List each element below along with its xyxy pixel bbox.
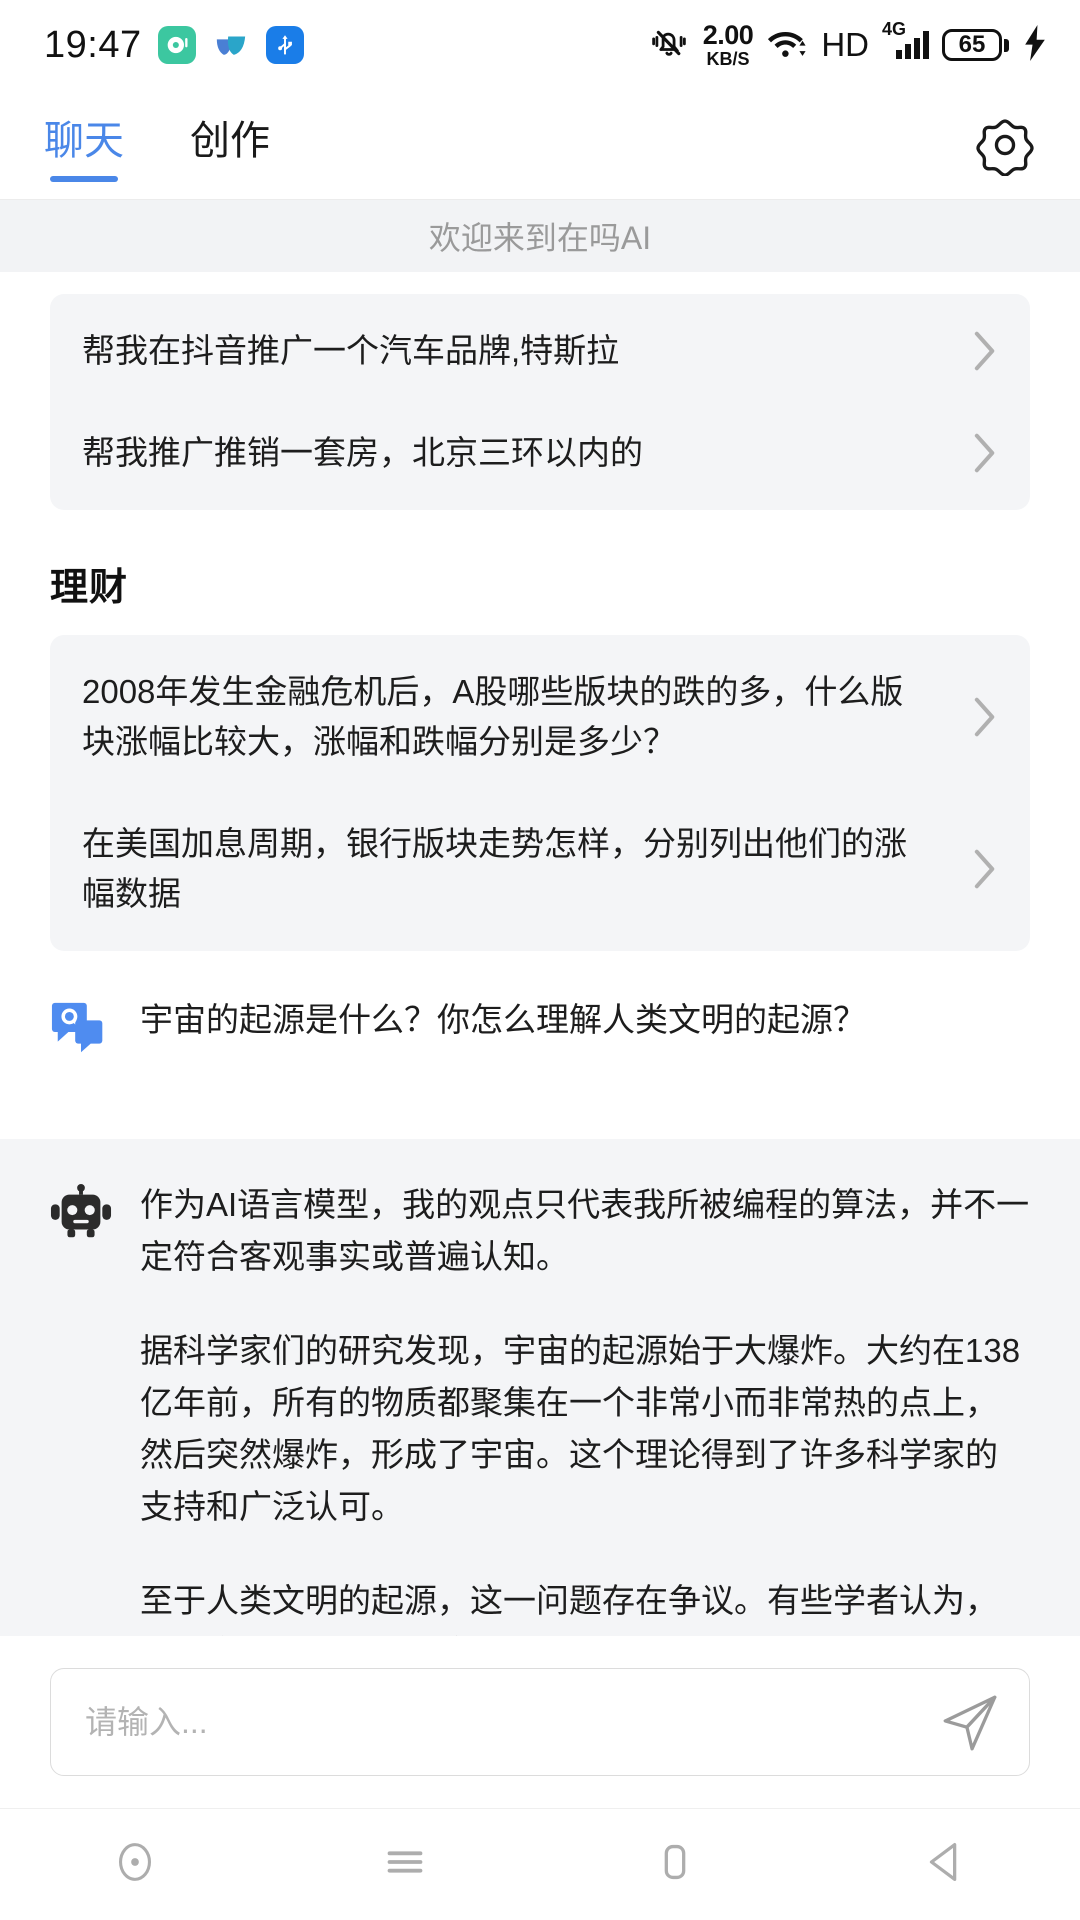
phone-screen: 19:47 2.00 KB/S HD 4G 65 聊天 创作 欢迎来到在吗AI … [0, 0, 1080, 1920]
message-input-container[interactable] [50, 1668, 1030, 1776]
nav-menu[interactable] [270, 1809, 540, 1920]
tab-create[interactable]: 创作 [190, 108, 270, 182]
media-app-icon [157, 26, 196, 64]
back-triangle-icon [918, 1835, 972, 1894]
robot-avatar-icon [50, 1183, 112, 1245]
network-speed-value: 2.00 [702, 20, 754, 50]
message-input-bar [0, 1636, 1080, 1808]
status-bar-left: 19:47 [44, 24, 304, 67]
chevron-right-icon [974, 697, 996, 737]
tab-chat[interactable]: 聊天 [44, 108, 124, 182]
gear-icon[interactable] [974, 114, 1036, 177]
message-paragraph: 作为AI语言模型，我的观点只代表我所被编程的算法，并不一定符合客观事实或普遍认知… [140, 1186, 1030, 1275]
battery-indicator: 65 [942, 29, 1009, 61]
message-input[interactable] [85, 1703, 937, 1741]
suggestion-group-promotion: 帮我在抖音推广一个汽车品牌,特斯拉 帮我推广推销一套房，北京三环以内的 [50, 294, 1030, 510]
send-paper-plane-icon[interactable] [937, 1689, 1003, 1755]
suggestion-item[interactable]: 2008年发生金融危机后，A股哪些版块的跌的多，什么版 块涨幅比较大，涨幅和跌幅… [50, 641, 1030, 793]
chat-bubble-avatar-icon [50, 999, 112, 1061]
chat-scroll-area[interactable]: 推广 帮我在抖音推广一个汽车品牌,特斯拉 帮我推广推销一套房，北京三环以内的 [0, 272, 1080, 1636]
usb-icon [265, 26, 304, 64]
suggestion-group-finance: 2008年发生金融危机后，A股哪些版块的跌的多，什么版 块涨幅比较大，涨幅和跌幅… [50, 635, 1030, 951]
nav-record[interactable] [0, 1809, 270, 1920]
lightning-bolt-icon [1022, 24, 1048, 66]
chevron-right-icon [974, 331, 996, 371]
network-type-label: 4G [882, 19, 907, 39]
message-paragraph: 至于人类文明的起源，这一问题存在争议。有些学者认为，人类文明的起源可以追溯到数万… [140, 1582, 998, 1636]
tab-bar: 聊天 创作 [44, 108, 270, 182]
chevron-right-icon [974, 433, 996, 473]
wifi-icon [766, 26, 808, 65]
status-bar-right: 2.00 KB/S HD 4G 65 [648, 19, 1048, 69]
message-divider [0, 1105, 1080, 1139]
network-type-and-signal: 4G [882, 19, 929, 59]
battery-tip [1004, 38, 1009, 52]
welcome-banner: 欢迎来到在吗AI [0, 200, 1080, 272]
menu-hamburger-icon [378, 1835, 432, 1894]
chevron-right-icon [974, 849, 996, 889]
message-paragraph: 据科学家们的研究发现，宇宙的起源始于大爆炸。大约在138亿年前，所有的物质都聚集… [140, 1332, 1021, 1525]
suggestion-text: 在美国加息周期，银行版块走势怎样，分别列出他们的涨 幅数据 [82, 825, 907, 912]
suggestion-item[interactable]: 帮我推广推销一套房，北京三环以内的 [50, 402, 1030, 504]
leaf-app-icon [212, 26, 250, 64]
network-speed-unit: KB/S [706, 49, 750, 69]
welcome-text: 欢迎来到在吗AI [428, 220, 652, 256]
nav-home[interactable] [540, 1809, 810, 1920]
suggestion-text: 帮我推广推销一套房，北京三环以内的 [82, 434, 643, 471]
suggestion-item[interactable]: 帮我在抖音推广一个汽车品牌,特斯拉 [50, 300, 1030, 402]
message-content: 宇宙的起源是什么？你怎么理解人类文明的起源？ [140, 995, 1030, 1045]
suggestion-item[interactable]: 在美国加息周期，银行版块走势怎样，分别列出他们的涨 幅数据 [50, 793, 1030, 945]
app-header: 聊天 创作 [0, 90, 1080, 200]
message-text: 宇宙的起源是什么？你怎么理解人类文明的起源？ [140, 1001, 866, 1038]
suggestion-text: 帮我在抖音推广一个汽车品牌,特斯拉 [82, 332, 620, 369]
hd-label: HD [821, 26, 869, 63]
battery-level: 65 [942, 29, 1002, 61]
status-bar: 19:47 2.00 KB/S HD 4G 65 [0, 0, 1080, 90]
status-time: 19:47 [44, 23, 142, 66]
home-rounded-rect-icon [648, 1835, 702, 1894]
nav-back[interactable] [810, 1809, 1080, 1920]
message-content: 作为AI语言模型，我的观点只代表我所被编程的算法，并不一定符合客观事实或普遍认知… [140, 1179, 1030, 1636]
message-assistant: 作为AI语言模型，我的观点只代表我所被编程的算法，并不一定符合客观事实或普遍认知… [0, 1139, 1080, 1636]
network-speed: 2.00 KB/S [702, 20, 754, 69]
section-title-finance: 理财 [50, 567, 129, 609]
record-dot-icon [108, 1835, 162, 1894]
bell-muted-icon [648, 25, 690, 66]
message-user: 宇宙的起源是什么？你怎么理解人类文明的起源？ [0, 951, 1080, 1105]
android-nav-bar [0, 1808, 1080, 1920]
suggestion-text: 2008年发生金融危机后，A股哪些版块的跌的多，什么版 块涨幅比较大，涨幅和跌幅… [82, 673, 904, 760]
